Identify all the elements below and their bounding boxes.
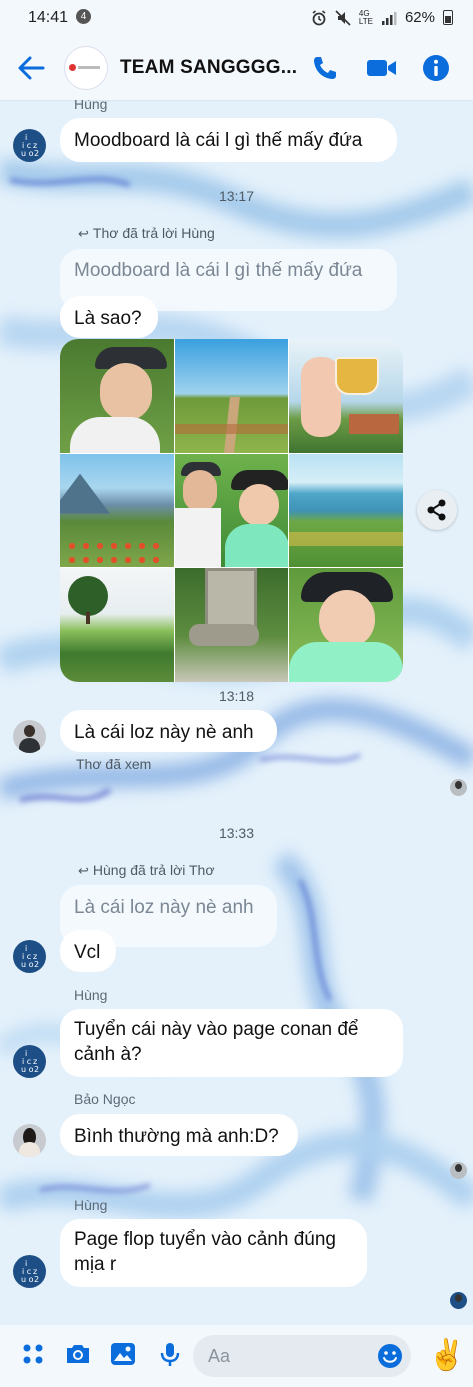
avatar[interactable]: ii czu o2 xyxy=(13,129,46,162)
photo-ruins[interactable] xyxy=(174,568,289,682)
message-bubble[interactable]: Bình thường mà anh:D? xyxy=(60,1114,298,1156)
message-bubble[interactable]: Là cái loz này nè anh xyxy=(60,710,277,752)
emoji-icon[interactable] xyxy=(377,1343,403,1369)
message-bubble[interactable]: Moodboard là cái l gì thế mấy đứa xyxy=(60,118,397,162)
timestamp: 13:18 xyxy=(218,688,255,704)
microphone-icon[interactable] xyxy=(157,1341,183,1367)
sender-name: Hùng xyxy=(74,1197,108,1213)
avatar[interactable]: ii czu o2 xyxy=(13,1255,46,1288)
reply-arrow-icon: ↩ xyxy=(78,226,89,241)
status-bar: 14:41 4 4G LTE 62% xyxy=(0,0,473,36)
message-input[interactable] xyxy=(206,1345,370,1368)
photo-grid[interactable] xyxy=(60,339,403,682)
seen-receipt: Thơ đã xem xyxy=(76,756,152,772)
avatar[interactable]: ii czu o2 xyxy=(13,1045,46,1078)
reply-arrow-icon: ↩ xyxy=(78,863,89,878)
status-icons: 4G LTE 62% xyxy=(311,9,453,26)
camera-icon[interactable] xyxy=(64,1341,92,1367)
battery-percent: 62% xyxy=(404,9,435,26)
notification-badge: 4 xyxy=(76,9,91,24)
phone-icon[interactable] xyxy=(311,54,339,82)
video-camera-icon[interactable] xyxy=(366,54,398,82)
read-receipt-avatar xyxy=(450,1162,467,1179)
avatar[interactable] xyxy=(13,1124,46,1157)
photo-tea-cup[interactable] xyxy=(289,339,403,453)
battery-icon xyxy=(443,10,453,25)
image-icon[interactable] xyxy=(110,1341,136,1367)
share-icon xyxy=(427,499,446,521)
photo-selfie-cap[interactable] xyxy=(60,339,174,453)
share-button[interactable] xyxy=(417,490,457,530)
signal-icon xyxy=(381,11,397,25)
timestamp: 13:33 xyxy=(218,825,255,841)
reply-label-text: Thơ đã trả lời Hùng xyxy=(92,225,215,241)
message-list[interactable]: Hùng ii czu o2 Moodboard là cái l gì thế… xyxy=(0,96,473,1325)
back-arrow-icon[interactable] xyxy=(16,54,46,82)
chat-header: TEAM SANGGGG... xyxy=(0,36,473,100)
group-avatar[interactable] xyxy=(64,46,108,90)
sender-name: Bảo Ngọc xyxy=(74,1091,136,1107)
reply-label: ↩ Hùng đã trả lời Thơ xyxy=(78,862,215,879)
apps-grid-icon[interactable] xyxy=(20,1341,46,1367)
alarm-icon xyxy=(312,9,326,25)
message-composer xyxy=(0,1325,473,1387)
network-type: 4G LTE xyxy=(358,9,373,26)
message-bubble[interactable]: Page flop tuyển vào cảnh đúng mịa r xyxy=(60,1219,367,1287)
message-bubble[interactable]: Vcl xyxy=(60,930,116,972)
mute-icon xyxy=(335,9,351,26)
photo-couple-selfie[interactable] xyxy=(174,453,289,568)
message-bubble[interactable]: Là sao? xyxy=(60,296,158,338)
photo-country-road[interactable] xyxy=(174,339,289,453)
conversation-title[interactable]: TEAM SANGGGG... xyxy=(120,57,297,79)
reply-label: ↩ Thơ đã trả lời Hùng xyxy=(78,225,215,242)
avatar[interactable]: ii czu o2 xyxy=(13,940,46,973)
info-icon[interactable] xyxy=(422,54,450,82)
victory-hand-icon[interactable]: ✌ xyxy=(428,1336,465,1376)
sender-name: Hùng xyxy=(74,987,108,1003)
network-sub-label: LTE xyxy=(358,16,373,26)
read-receipt-avatar xyxy=(450,779,467,796)
photo-lake-shore[interactable] xyxy=(289,453,403,568)
photo-lone-tree[interactable] xyxy=(60,568,174,682)
avatar[interactable] xyxy=(13,720,46,753)
status-time: 14:41 xyxy=(28,9,69,26)
timestamp: 13:17 xyxy=(218,188,255,204)
photo-mountains[interactable] xyxy=(60,453,174,568)
message-input-container[interactable] xyxy=(193,1335,411,1377)
read-receipt-avatar xyxy=(450,1292,467,1309)
message-bubble[interactable]: Tuyển cái này vào page conan để cảnh à? xyxy=(60,1009,403,1077)
photo-bucket-hat-selfie[interactable] xyxy=(289,568,403,682)
reply-label-text: Hùng đã trả lời Thơ xyxy=(92,862,215,878)
